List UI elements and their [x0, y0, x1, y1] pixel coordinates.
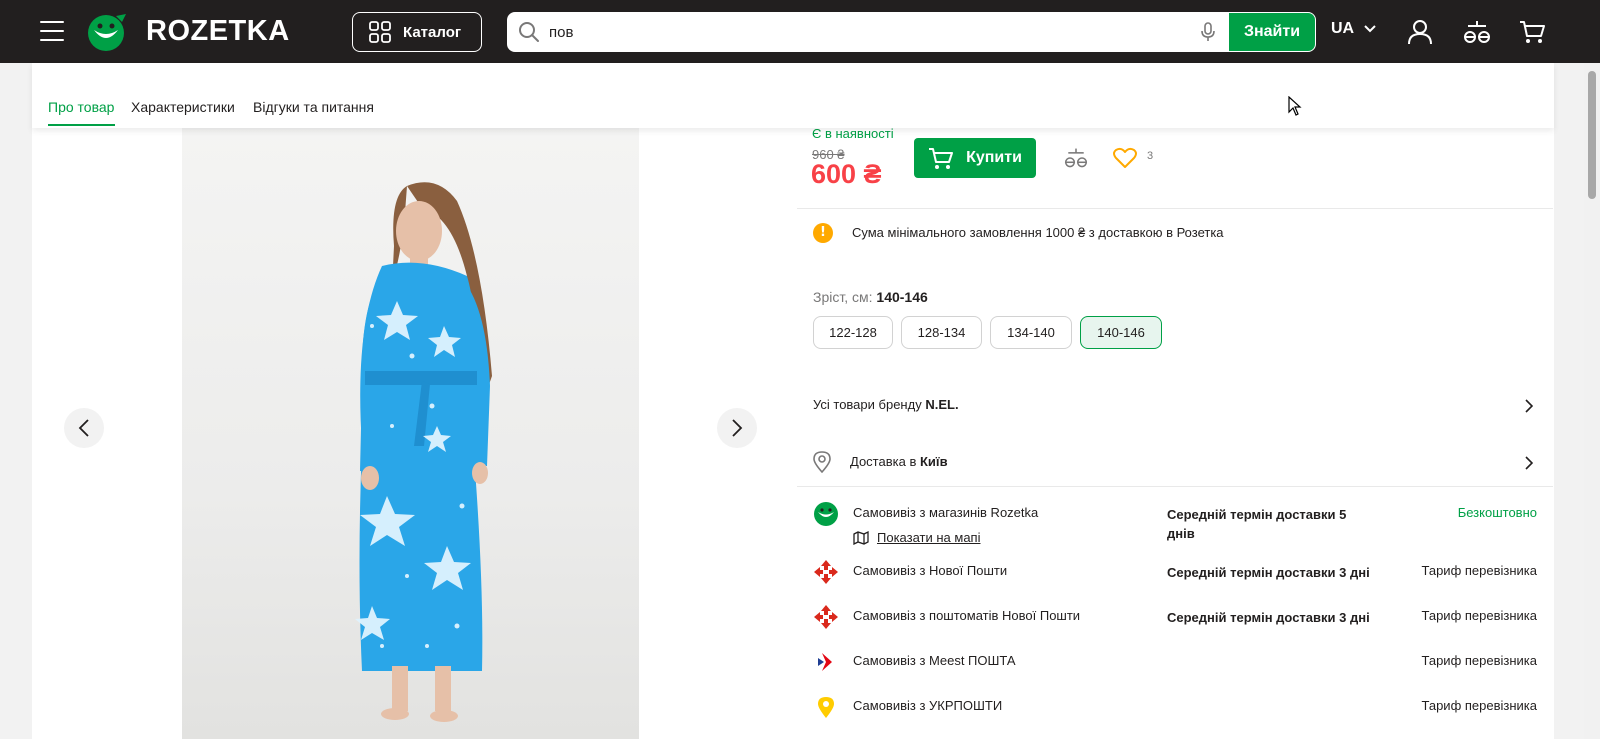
- brand-prefix: Усі товари бренду: [813, 397, 922, 412]
- mouse-cursor-icon: [1288, 96, 1302, 116]
- grid-icon: [369, 21, 391, 43]
- delivery-city: Київ: [919, 454, 948, 469]
- brand-text: Усі товари бренду N.EL.: [813, 397, 959, 412]
- size-label-text: Зріст, см:: [813, 289, 873, 305]
- delivery-option: Самовивіз з поштоматів Нової Пошти Серед…: [797, 604, 1553, 648]
- delivery-option: Самовивіз з Meest ПОШТА Тариф перевізник…: [797, 649, 1553, 693]
- buy-button[interactable]: Купити: [914, 138, 1036, 178]
- microphone-icon[interactable]: [1197, 21, 1219, 43]
- search-icon: [519, 22, 539, 42]
- language-label: UA: [1331, 20, 1355, 37]
- delivery-option-name: Самовивіз з магазинів Rozetka: [853, 505, 1039, 520]
- favorites-count: 3: [1147, 150, 1154, 162]
- delivery-option-term: Середній термін доставки 3 дні: [1167, 610, 1370, 625]
- active-tab-indicator: [48, 124, 115, 126]
- delivery-option-name: Самовивіз з Нової Пошти: [853, 563, 1008, 578]
- size-option-selected[interactable]: 140-146: [1080, 316, 1162, 349]
- selected-size: 140-146: [876, 289, 928, 305]
- delivery-option-price: Безкоштовно: [1457, 505, 1537, 520]
- delivery-option-price: Тариф перевізника: [1421, 563, 1537, 578]
- chevron-right-icon: [1525, 456, 1533, 470]
- warning-icon: !: [813, 222, 833, 243]
- scrollbar-thumb[interactable]: [1588, 71, 1596, 199]
- product-image: [355, 182, 492, 722]
- delivery-option: Самовивіз з магазинів Rozetka Середній т…: [797, 501, 1553, 545]
- tab-about[interactable]: Про товар: [48, 99, 114, 115]
- nova-poshta-icon: [814, 605, 838, 629]
- current-price: 600 ₴: [811, 159, 882, 189]
- brand-link[interactable]: Усі товари бренду N.EL.: [797, 381, 1553, 430]
- delivery-option-name: Самовивіз з поштоматів Нової Пошти: [853, 608, 1081, 623]
- size-option[interactable]: 134-140: [990, 316, 1072, 349]
- compare-icon[interactable]: [1463, 18, 1491, 46]
- language-selector[interactable]: UA: [1331, 20, 1376, 38]
- map-icon: [853, 530, 869, 545]
- chevron-right-icon: [1525, 399, 1533, 413]
- menu-icon[interactable]: [40, 21, 64, 41]
- buy-label: Купити: [966, 149, 1022, 166]
- chevron-right-icon: [732, 419, 743, 437]
- delivery-option-term: Середній термін доставки 5 днів: [1167, 507, 1347, 541]
- logo-text[interactable]: ROZETKA: [146, 15, 290, 48]
- size-label: Зріст, см: 140-146: [813, 289, 928, 305]
- heart-icon[interactable]: [1113, 147, 1137, 169]
- cart-icon: [929, 148, 954, 169]
- prev-photo-button[interactable]: [64, 408, 104, 448]
- size-selector: Зріст, см: 140-146 122-128 128-134 134-1…: [797, 265, 1553, 373]
- rozetka-store-icon: [814, 502, 838, 526]
- delivery-city-text: Доставка в Київ: [850, 454, 948, 469]
- page-scrollbar[interactable]: [1584, 63, 1600, 739]
- delivery-option: Самовивіз з УКРПОШТИ Тариф перевізника: [797, 694, 1553, 738]
- show-on-map-label: Показати на мапі: [877, 529, 981, 545]
- delivery-option-price: Тариф перевізника: [1421, 653, 1537, 668]
- min-order-text: Сума мінімального замовлення 1000 ₴ з до…: [852, 225, 1224, 240]
- delivery-option: Самовивіз з Нової Пошти Середній термін …: [797, 559, 1553, 603]
- product-photo[interactable]: [182, 126, 639, 739]
- delivery-city-row[interactable]: Доставка в Київ: [797, 438, 1553, 487]
- meest-icon: [818, 653, 832, 671]
- delivery-option-name: Самовивіз з УКРПОШТИ: [853, 698, 1003, 713]
- tab-characteristics[interactable]: Характеристики: [131, 99, 235, 115]
- ukrposhta-icon: [818, 697, 834, 718]
- catalog-label: Каталог: [403, 23, 462, 41]
- size-option[interactable]: 122-128: [813, 316, 893, 349]
- tab-reviews[interactable]: Відгуки та питання: [253, 99, 374, 115]
- min-order-notice: ! Сума мінімального замовлення 1000 ₴ з …: [797, 209, 1553, 256]
- stock-status: Є в наявності: [812, 126, 894, 141]
- delivery-option-term: Середній термін доставки 3 дні: [1167, 565, 1370, 580]
- delivery-option-price: Тариф перевізника: [1421, 608, 1537, 623]
- product-tabs: Про товар Характеристики Відгуки та пита…: [32, 63, 1554, 128]
- brand-name: N.EL.: [925, 397, 959, 412]
- search-button[interactable]: Знайти: [1229, 13, 1315, 51]
- delivery-option-name: Самовивіз з Meest ПОШТА: [853, 653, 1016, 668]
- catalog-button[interactable]: Каталог: [352, 12, 482, 52]
- location-pin-icon: [813, 451, 831, 473]
- show-on-map-link[interactable]: Показати на мапі: [853, 529, 980, 545]
- size-option[interactable]: 128-134: [901, 316, 982, 349]
- top-header: ROZETKA Каталог Знайти UA: [0, 0, 1600, 63]
- rozetka-logo-icon[interactable]: [86, 12, 128, 52]
- search-input[interactable]: [541, 12, 1197, 52]
- next-photo-button[interactable]: [717, 408, 757, 448]
- chevron-down-icon: [1364, 25, 1376, 33]
- delivery-option-price: Тариф перевізника: [1421, 698, 1537, 713]
- user-icon[interactable]: [1406, 18, 1434, 46]
- cart-icon[interactable]: [1518, 18, 1546, 46]
- compare-icon[interactable]: [1063, 146, 1089, 170]
- nova-poshta-icon: [814, 560, 838, 584]
- chevron-left-icon: [78, 419, 89, 437]
- delivery-prefix: Доставка в: [850, 454, 917, 469]
- search-box: Знайти: [507, 12, 1316, 52]
